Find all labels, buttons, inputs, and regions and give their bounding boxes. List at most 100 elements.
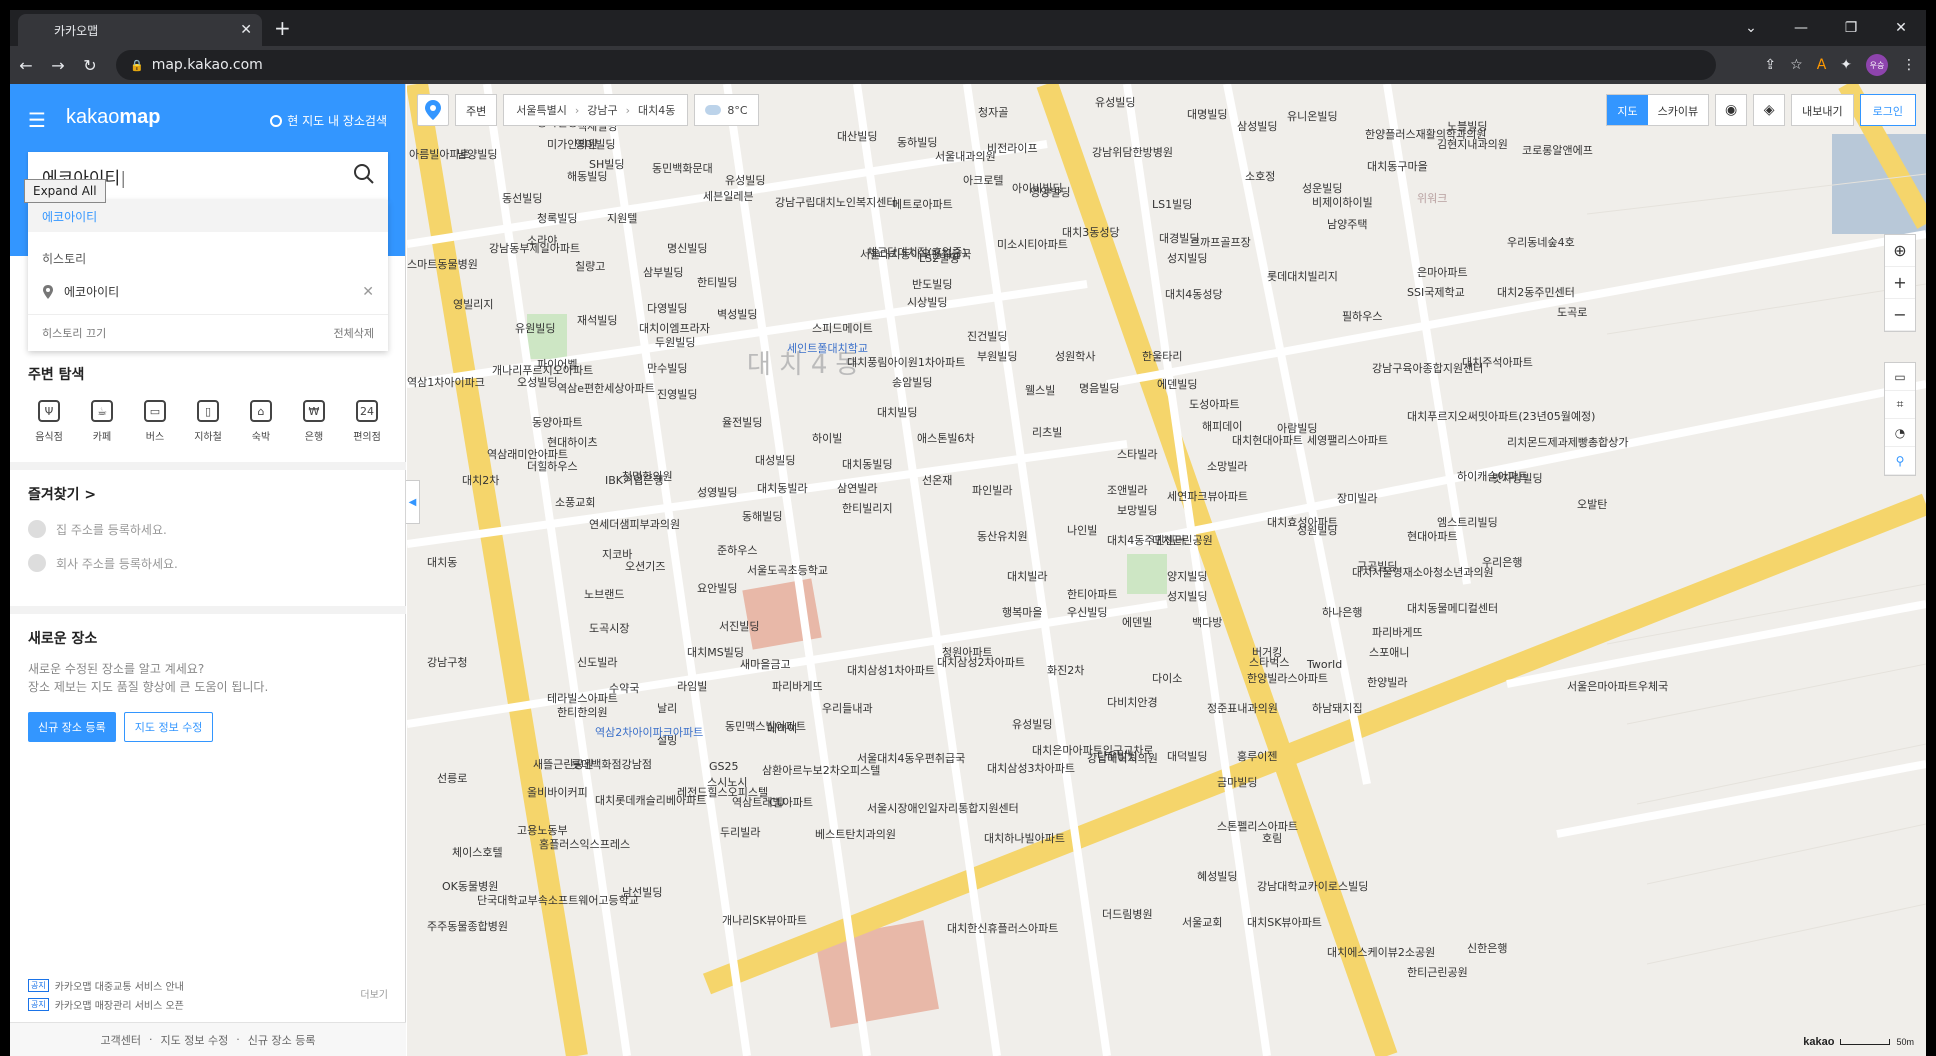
- place-label[interactable]: 삼성빌딩: [1237, 118, 1277, 134]
- place-label[interactable]: 역삼1차아이파크: [407, 374, 485, 390]
- place-label[interactable]: 홍루이젠: [1237, 748, 1277, 764]
- place-label[interactable]: 서진빌딩: [719, 618, 759, 634]
- place-label[interactable]: 진건빌딩: [967, 328, 1007, 344]
- place-label[interactable]: 대치주석아파트: [1462, 354, 1533, 370]
- explore-convenience[interactable]: 24 편의점: [346, 400, 388, 443]
- place-label[interactable]: 새마을금고: [740, 656, 791, 672]
- place-label[interactable]: 대명빌딩: [1187, 106, 1227, 122]
- weather-widget[interactable]: 8°C: [694, 94, 759, 126]
- place-label[interactable]: 부원빌딩: [977, 348, 1017, 364]
- restore-icon[interactable]: ❐: [1826, 10, 1876, 46]
- place-label[interactable]: 장미빌라: [1337, 490, 1377, 506]
- browser-tab[interactable]: 카카오맵 ✕: [18, 14, 262, 438]
- place-label[interactable]: 대치삼성2차아파트: [937, 654, 1025, 670]
- place-label[interactable]: 반도빌딩: [912, 276, 952, 292]
- place-label[interactable]: 하남돼지집: [1312, 700, 1363, 716]
- place-label[interactable]: 올비바이커피: [527, 784, 588, 800]
- notice-item[interactable]: 공지 카카오맵 대중교통 서비스 안내: [28, 978, 388, 993]
- explore-subway[interactable]: ▯ 지하철: [187, 400, 229, 443]
- place-label[interactable]: 율전빌딩: [722, 414, 762, 430]
- address-bar[interactable]: 🔒 map.kakao.com: [116, 50, 1716, 80]
- place-label[interactable]: 삼연빌라: [837, 480, 877, 496]
- place-label[interactable]: 남양주택: [1327, 216, 1367, 232]
- place-label[interactable]: 대치이엠프라자: [639, 320, 710, 336]
- place-label[interactable]: 대치빌딩: [877, 404, 917, 420]
- place-label[interactable]: 정준표내과의원: [1207, 700, 1278, 716]
- place-label[interactable]: 준하우스: [717, 542, 757, 558]
- place-label[interactable]: 두리빌라: [720, 824, 760, 840]
- place-label[interactable]: 르까프골프장: [1190, 234, 1251, 250]
- place-label[interactable]: 벽성빌딩: [717, 306, 757, 322]
- place-label[interactable]: 우신빌딩: [1067, 604, 1107, 620]
- place-label[interactable]: 리츠빌: [1032, 424, 1062, 440]
- place-label[interactable]: 성원학사: [1055, 348, 1095, 364]
- place-label[interactable]: 성운빌딩: [1302, 180, 1342, 196]
- place-label[interactable]: 오션기즈: [625, 558, 665, 574]
- place-label[interactable]: 구공빌딩: [1357, 558, 1397, 574]
- place-label[interactable]: 한티빌딩: [697, 274, 737, 290]
- place-label[interactable]: 미가인의원: [547, 136, 598, 152]
- place-label[interactable]: 하이빌: [812, 430, 842, 446]
- place-label[interactable]: 강남위담한방병원: [1092, 144, 1173, 160]
- extensions-puzzle-icon[interactable]: ✦: [1840, 57, 1852, 73]
- place-label[interactable]: 서울도곡초등학교: [747, 562, 828, 578]
- place-label[interactable]: 주주동물종합병원: [427, 918, 508, 934]
- place-label[interactable]: 성영빌딩: [697, 484, 737, 500]
- place-label[interactable]: 서울은마아파트우체국: [1567, 678, 1668, 694]
- place-label[interactable]: 베스트탄치과의원: [815, 826, 896, 842]
- map-area-search-toggle[interactable]: 현 지도 내 장소검색: [270, 112, 387, 129]
- place-label[interactable]: 명음빌딩: [1079, 380, 1119, 396]
- place-label[interactable]: 대치한신휴플러스아파트: [947, 920, 1058, 936]
- place-label[interactable]: 진영빌딩: [657, 386, 697, 402]
- place-label[interactable]: 남양빌딩: [457, 146, 497, 162]
- place-label[interactable]: 대치동: [427, 554, 457, 570]
- place-label[interactable]: 테라빌스아파트: [547, 690, 618, 706]
- place-label[interactable]: 강남대학교카이로스빌딩: [1257, 878, 1368, 894]
- place-label[interactable]: 아크로텔: [963, 172, 1003, 188]
- place-label[interactable]: 개나리푸르지오아파트: [492, 362, 593, 378]
- place-label[interactable]: 역삼트레벨아파트: [732, 794, 813, 810]
- place-label[interactable]: 다영빌딩: [647, 300, 687, 316]
- place-label[interactable]: 대치삼성3차아파트: [987, 760, 1075, 776]
- place-label[interactable]: 소망빌라: [1207, 458, 1247, 474]
- place-label[interactable]: 대치에스케이뷰2소공원: [1327, 944, 1435, 960]
- forward-icon[interactable]: →: [42, 56, 74, 75]
- place-label[interactable]: 코로롱알앤에프: [1522, 142, 1593, 158]
- place-label[interactable]: 홈플러스익스프레스: [539, 836, 630, 852]
- place-label[interactable]: 애스톤빌6차: [917, 430, 975, 446]
- place-label[interactable]: 대치하나빌아파트: [984, 830, 1065, 846]
- place-label[interactable]: 노브랜드: [584, 586, 624, 602]
- suggestion-item[interactable]: 에코아이티: [28, 200, 388, 232]
- place-label[interactable]: 대치2차: [462, 472, 499, 488]
- place-label[interactable]: 혜성빌딩: [1197, 868, 1237, 884]
- place-label[interactable]: 대치빌라: [1007, 568, 1047, 584]
- place-label[interactable]: 개나리SK뷰아파트: [722, 912, 807, 928]
- place-label[interactable]: 강남동부제일아파트: [489, 240, 580, 256]
- menu-kebab-icon[interactable]: ⋮: [1902, 57, 1916, 73]
- layers-icon[interactable]: ◈: [1753, 94, 1786, 126]
- place-label[interactable]: 소호정: [1245, 168, 1275, 184]
- place-label[interactable]: 한양빌라: [1367, 674, 1407, 690]
- place-label[interactable]: 도곡시장: [589, 620, 629, 636]
- delete-history-icon[interactable]: ✕: [362, 284, 374, 300]
- place-label[interactable]: LS2빌딩: [919, 250, 959, 266]
- place-label[interactable]: 칠량고: [575, 258, 605, 274]
- place-label[interactable]: 강남메이지의원: [1087, 750, 1158, 766]
- area-icon[interactable]: ⌗: [1885, 391, 1915, 419]
- profile-avatar[interactable]: 우승: [1866, 54, 1888, 76]
- place-label[interactable]: 우리들내과: [822, 700, 873, 716]
- notice-more-link[interactable]: 더보기: [360, 986, 388, 1001]
- edit-map-info-button[interactable]: 지도 정보 수정: [123, 712, 214, 742]
- place-label[interactable]: 대치MS빌딩: [687, 644, 744, 660]
- place-label[interactable]: 리치몬드제과제빵총합상가: [1507, 434, 1628, 450]
- place-label[interactable]: 김현지내과의원: [1437, 136, 1508, 152]
- place-label[interactable]: 선온재: [922, 472, 952, 488]
- place-label[interactable]: 동민백화문대: [652, 160, 713, 176]
- place-label[interactable]: 한티빌리지: [842, 500, 893, 516]
- place-label[interactable]: 라임빌: [677, 678, 707, 694]
- place-label[interactable]: 신한은행: [1467, 940, 1507, 956]
- mode-map-button[interactable]: 지도: [1607, 95, 1648, 125]
- place-label[interactable]: 스타빌라: [1117, 446, 1157, 462]
- favorite-work[interactable]: 회사 주소를 등록하세요.: [28, 554, 388, 572]
- place-label[interactable]: 대치SK뷰아파트: [1247, 914, 1322, 930]
